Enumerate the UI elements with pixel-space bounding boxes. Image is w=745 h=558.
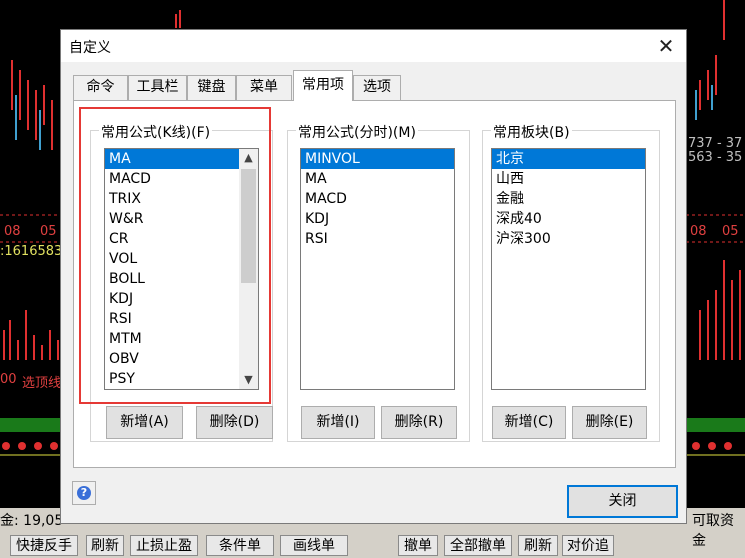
add-intraday-formula-button[interactable]: 新增(I) [301, 406, 375, 439]
list-item[interactable]: MINVOL [301, 149, 454, 169]
stop-loss-button[interactable]: 止损止盈 [130, 535, 198, 556]
line-order-button[interactable]: 画线单 [280, 535, 348, 556]
help-icon: ? [77, 486, 91, 500]
list-item[interactable]: 深成40 [492, 209, 645, 229]
group-label: 常用板块(B) [491, 122, 572, 142]
conditional-order-button[interactable]: 条件单 [206, 535, 274, 556]
chart-label: 563 - 35 [688, 150, 743, 165]
delete-kline-formula-button[interactable]: 删除(D) [196, 406, 273, 439]
chart-label: 05 [40, 224, 57, 239]
tab-keyboard[interactable]: 键盘 [187, 75, 236, 100]
intraday-formula-group: 常用公式(分时)(M) MINVOL MA MACD KDJ RSI 新增(I)… [287, 122, 470, 442]
chart-label: 05 [722, 224, 739, 239]
delete-intraday-formula-button[interactable]: 删除(R) [381, 406, 457, 439]
list-item[interactable]: 北京 [492, 149, 645, 169]
chart-label: :1616583 [0, 244, 63, 259]
list-item[interactable]: 沪深300 [492, 229, 645, 249]
tab-menu[interactable]: 菜单 [236, 75, 292, 100]
quick-reverse-button[interactable]: 快捷反手 [10, 535, 78, 556]
dialog-title: 自定义 [69, 40, 111, 56]
tab-common-items[interactable]: 常用项 [293, 70, 353, 101]
add-sector-button[interactable]: 新增(C) [492, 406, 566, 439]
sector-group: 常用板块(B) 北京 山西 金融 深成40 沪深300 新增(C) 删除(E) [482, 122, 660, 442]
list-item[interactable]: 山西 [492, 169, 645, 189]
chart-label: 选顶线 [22, 376, 62, 391]
tab-commands[interactable]: 命令 [73, 75, 128, 100]
tab-toolbar[interactable]: 工具栏 [128, 75, 187, 100]
list-item[interactable]: RSI [301, 229, 454, 249]
list-item[interactable]: 金融 [492, 189, 645, 209]
tab-options[interactable]: 选项 [353, 75, 401, 100]
chase-price-button[interactable]: 对价追 [562, 535, 614, 556]
cancel-all-button[interactable]: 全部撤单 [444, 535, 512, 556]
list-item[interactable]: KDJ [301, 209, 454, 229]
chart-label: 08 [4, 224, 21, 239]
refresh-button[interactable]: 刷新 [86, 535, 124, 556]
dialog-titlebar: 自定义 ✕ [61, 30, 686, 62]
highlight-box [79, 107, 271, 404]
list-item[interactable]: MACD [301, 189, 454, 209]
cancel-order-button[interactable]: 撤单 [398, 535, 438, 556]
funds-status: 金: 19,05 [0, 513, 64, 529]
list-item[interactable]: MA [301, 169, 454, 189]
close-button[interactable]: 关闭 [567, 485, 678, 518]
chart-label: 00 [0, 372, 17, 387]
add-kline-formula-button[interactable]: 新增(A) [106, 406, 183, 439]
intraday-formula-list[interactable]: MINVOL MA MACD KDJ RSI [300, 148, 455, 390]
refresh-button[interactable]: 刷新 [518, 535, 558, 556]
chart-label: 08 [690, 224, 707, 239]
help-button[interactable]: ? [72, 481, 96, 505]
chart-label: 737 - 37 [688, 136, 743, 151]
close-icon[interactable]: ✕ [656, 36, 676, 56]
group-label: 常用公式(分时)(M) [296, 122, 418, 142]
sector-list[interactable]: 北京 山西 金融 深成40 沪深300 [491, 148, 646, 390]
available-funds-label: 可取资金 [692, 513, 734, 549]
delete-sector-button[interactable]: 删除(E) [572, 406, 647, 439]
